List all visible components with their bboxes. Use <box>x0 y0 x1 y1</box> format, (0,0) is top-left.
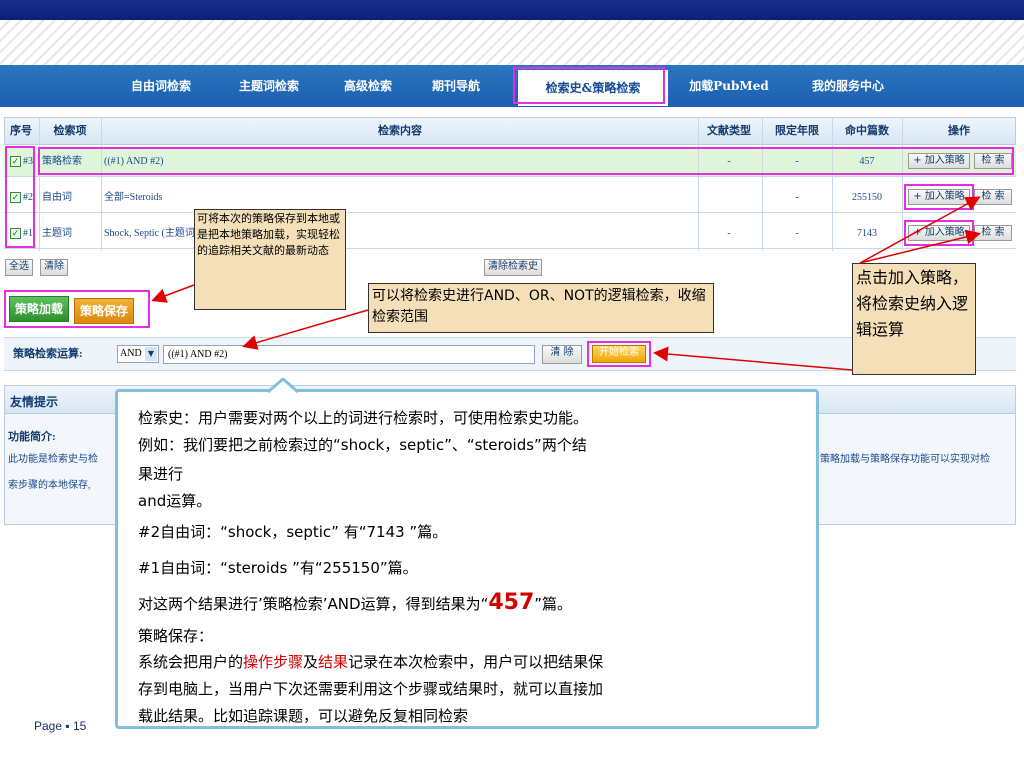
search-button[interactable]: 检 索 <box>974 189 1012 205</box>
popup-line: 载此结果。比如追踪课题，可以避免反复相同检索 <box>138 707 469 725</box>
nav-tab-free-word[interactable]: 自由词检索 <box>118 65 204 107</box>
row-hits: 7143 <box>857 228 877 239</box>
popup-text: 及 <box>303 653 319 671</box>
hint-text: 此功能是检索史与检 <box>8 454 98 465</box>
page-number: Page ▪ 15 <box>34 719 87 733</box>
operator-value: AND <box>120 348 142 359</box>
popup-text: 系统会把用户的 <box>138 653 244 671</box>
row-field: 主题词 <box>42 228 72 239</box>
nav-tab-pubmed[interactable]: 加载PubMed <box>686 65 772 107</box>
highlight-steps: 操作步骤 <box>243 653 304 671</box>
popup-line: #2自由词：“shock，septic” 有“7143 ”篇。 <box>138 523 448 541</box>
start-search-button[interactable]: 开始检索 <box>592 345 646 363</box>
popup-text: ”篇。 <box>534 595 573 613</box>
decorative-stripes <box>0 20 1024 65</box>
nav-bar: 自由词检索 主题词检索 高级检索 期刊导航 检索史&策略检索 加载PubMed … <box>0 65 1024 107</box>
popup-line: 果进行 <box>138 465 184 483</box>
highlight-strategy-row <box>38 147 1014 175</box>
row-years: - <box>795 228 799 239</box>
row-hits: 255150 <box>852 192 882 203</box>
row-field: 自由词 <box>42 192 72 203</box>
select-all-button[interactable]: 全选 <box>5 259 33 276</box>
popup-line: 策略保存： <box>138 627 214 645</box>
col-header-hits: 命中篇数 <box>845 124 889 137</box>
title-bar <box>0 0 1024 20</box>
popup-line: #1自由词：“steroids ”有“255150”篇。 <box>138 559 418 577</box>
row-years: - <box>795 192 799 203</box>
highlight-add-button <box>904 220 974 246</box>
nav-tab-subject[interactable]: 主题词检索 <box>226 65 312 107</box>
clear-selection-button[interactable]: 清除 <box>40 259 68 276</box>
strategy-expression-input[interactable]: ((#1) AND #2) <box>163 345 535 364</box>
popup-pointer <box>268 378 298 393</box>
nav-tab-service[interactable]: 我的服务中心 <box>800 65 896 107</box>
highlight-add-button <box>904 184 974 210</box>
row-content: 全部=Steroids <box>104 192 163 203</box>
load-strategy-button[interactable]: 策略加载 <box>9 296 69 322</box>
col-header-doctype: 文献类型 <box>707 124 751 137</box>
column-divider <box>101 117 102 251</box>
col-header-content: 检索内容 <box>378 124 422 137</box>
popup-line: 对这两个结果进行’策略检索’AND运算，得到结果为“457”篇。 <box>138 590 573 615</box>
clear-expression-button[interactable]: 清 除 <box>542 345 582 364</box>
clear-history-button[interactable]: 清除检索史 <box>484 259 542 276</box>
result-count: 457 <box>488 590 535 615</box>
save-strategy-note: 可将本次的策略保存到本地或是把本地策略加载，实现轻松的追踪相关文献的最新动态 <box>194 209 346 310</box>
row-doctype: - <box>727 228 731 239</box>
highlight-results: 结果 <box>318 653 349 671</box>
highlight-active-tab <box>513 67 665 104</box>
hint-text: 策略加载与策略保存功能可以实现对检 <box>820 454 990 465</box>
operation-label: 策略检索运算: <box>13 348 83 360</box>
popup-line: 例如：我们要把之前检索过的“shock，septic”、“steroids”两个… <box>138 436 587 454</box>
hint-text: 索步骤的本地保存, <box>8 480 91 491</box>
column-divider <box>902 117 903 251</box>
popup-line: 检索史：用户需要对两个以上的词进行检索时，可使用检索史功能。 <box>138 409 589 427</box>
col-header-field: 检索项 <box>53 124 87 137</box>
operator-select[interactable]: AND ▼ <box>117 345 159 363</box>
expression-value: ((#1) AND #2) <box>168 349 228 360</box>
hint-title: 友情提示 <box>10 395 59 409</box>
popup-line: 存到电脑上，当用户下次还需要利用这个步骤或结果时，就可以直接加 <box>138 680 604 698</box>
highlight-checkboxes <box>5 146 35 248</box>
popup-text: 记录在本次检索中，用户可以把结果保 <box>348 653 604 671</box>
chevron-down-icon: ▼ <box>145 347 157 361</box>
col-header-index: 序号 <box>10 124 32 137</box>
popup-line: 系统会把用户的操作步骤及结果记录在本次检索中，用户可以把结果保 <box>138 652 603 672</box>
nav-tab-advanced[interactable]: 高级检索 <box>330 65 406 107</box>
hint-subtitle: 功能简介: <box>8 431 56 443</box>
search-button[interactable]: 检 索 <box>974 225 1012 241</box>
popup-line: and运算。 <box>138 492 212 510</box>
nav-tab-journal[interactable]: 期刊导航 <box>420 65 492 107</box>
popup-text: 对这两个结果进行’策略检索’AND运算，得到结果为“ <box>138 595 489 613</box>
col-header-actions: 操作 <box>948 124 970 137</box>
arrow-to-save-buttons <box>151 284 195 303</box>
logic-search-note: 可以将检索史进行AND、OR、NOT的逻辑检索，收缩检索范围 <box>368 283 714 333</box>
column-divider <box>39 117 40 251</box>
add-strategy-note: 点击加入策略，将检索史纳入逻辑运算 <box>852 263 976 375</box>
col-header-years: 限定年限 <box>775 124 819 137</box>
save-strategy-button[interactable]: 策略保存 <box>74 298 134 324</box>
